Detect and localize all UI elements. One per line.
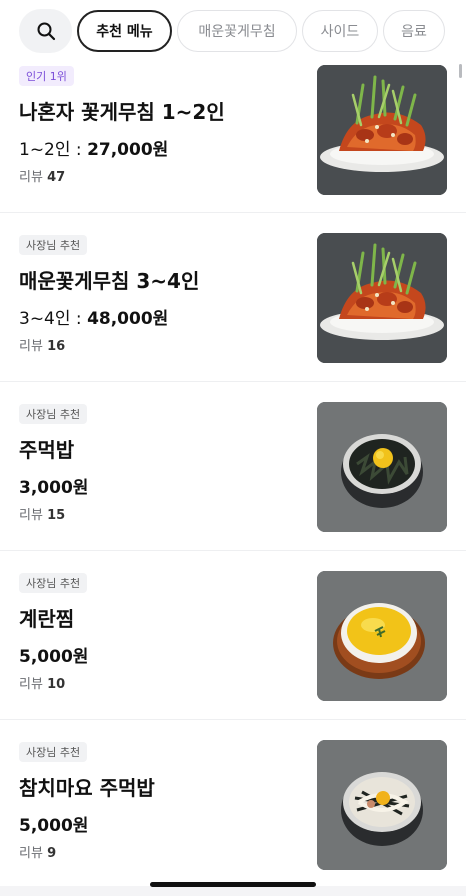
owner-pick-badge: 사장님 추천 [19, 573, 88, 593]
menu-item-price: 3~4인 : 48,000원 [19, 309, 169, 329]
menu-item-name: 참치마요 주먹밥 [19, 776, 155, 800]
category-bar: 추천 메뉴 매운꽃게무침 사이드 음료 [0, 0, 466, 62]
menu-item-name: 주먹밥 [19, 438, 75, 462]
spicy-crab-dish-image [317, 233, 447, 363]
home-indicator [150, 882, 316, 887]
review-count: 리뷰 16 [19, 339, 66, 354]
search-icon [37, 22, 55, 41]
spicy-crab-dish-image [317, 65, 447, 195]
tab-side[interactable]: 사이드 [302, 10, 378, 52]
review-count: 리뷰 10 [19, 677, 66, 692]
menu-item[interactable]: 사장님 추천 매운꽃게무침 3~4인 3~4인 : 48,000원 리뷰 16 [0, 213, 466, 382]
menu-item-image [317, 571, 447, 701]
tab-drinks[interactable]: 음료 [383, 10, 445, 52]
menu-item-name: 나혼자 꽃게무침 1~2인 [19, 100, 225, 124]
menu-item[interactable]: 인기 1위 나혼자 꽃게무침 1~2인 1~2인 : 27,000원 리뷰 47 [0, 62, 466, 213]
review-count: 리뷰 15 [19, 508, 66, 523]
menu-item[interactable]: 사장님 추천 주먹밥 3,000원 리뷰 15 [0, 382, 466, 551]
rice-ball-bowl-image [317, 402, 447, 532]
menu-item-image [317, 65, 447, 195]
tuna-mayo-rice-bowl-image [317, 740, 447, 870]
menu-item[interactable]: 사장님 추천 계란찜 5,000원 리뷰 10 [0, 551, 466, 720]
owner-pick-badge: 사장님 추천 [19, 235, 88, 255]
review-count: 리뷰 47 [19, 170, 66, 185]
tab-spicy-crab[interactable]: 매운꽃게무침 [177, 10, 297, 52]
review-count: 리뷰 9 [19, 846, 57, 861]
menu-list: 인기 1위 나혼자 꽃게무침 1~2인 1~2인 : 27,000원 리뷰 47… [0, 62, 466, 889]
menu-item-image [317, 233, 447, 363]
steamed-egg-bowl-image [317, 571, 447, 701]
menu-item-name: 계란찜 [19, 607, 75, 631]
menu-item-price: 1~2인 : 27,000원 [19, 140, 169, 160]
menu-item-image [317, 740, 447, 870]
menu-item-price: 5,000원 [19, 816, 89, 836]
owner-pick-badge: 사장님 추천 [19, 742, 88, 762]
search-button[interactable] [19, 9, 72, 53]
tab-recommended[interactable]: 추천 메뉴 [77, 10, 172, 52]
owner-pick-badge: 사장님 추천 [19, 404, 88, 424]
menu-item[interactable]: 사장님 추천 참치마요 주먹밥 5,000원 리뷰 9 [0, 720, 466, 889]
menu-item-price: 3,000원 [19, 478, 89, 498]
menu-item-image [317, 402, 447, 532]
popular-badge: 인기 1위 [19, 66, 74, 86]
menu-item-price: 5,000원 [19, 647, 89, 667]
menu-item-name: 매운꽃게무침 3~4인 [19, 269, 200, 293]
bottom-safe-area [0, 886, 466, 896]
